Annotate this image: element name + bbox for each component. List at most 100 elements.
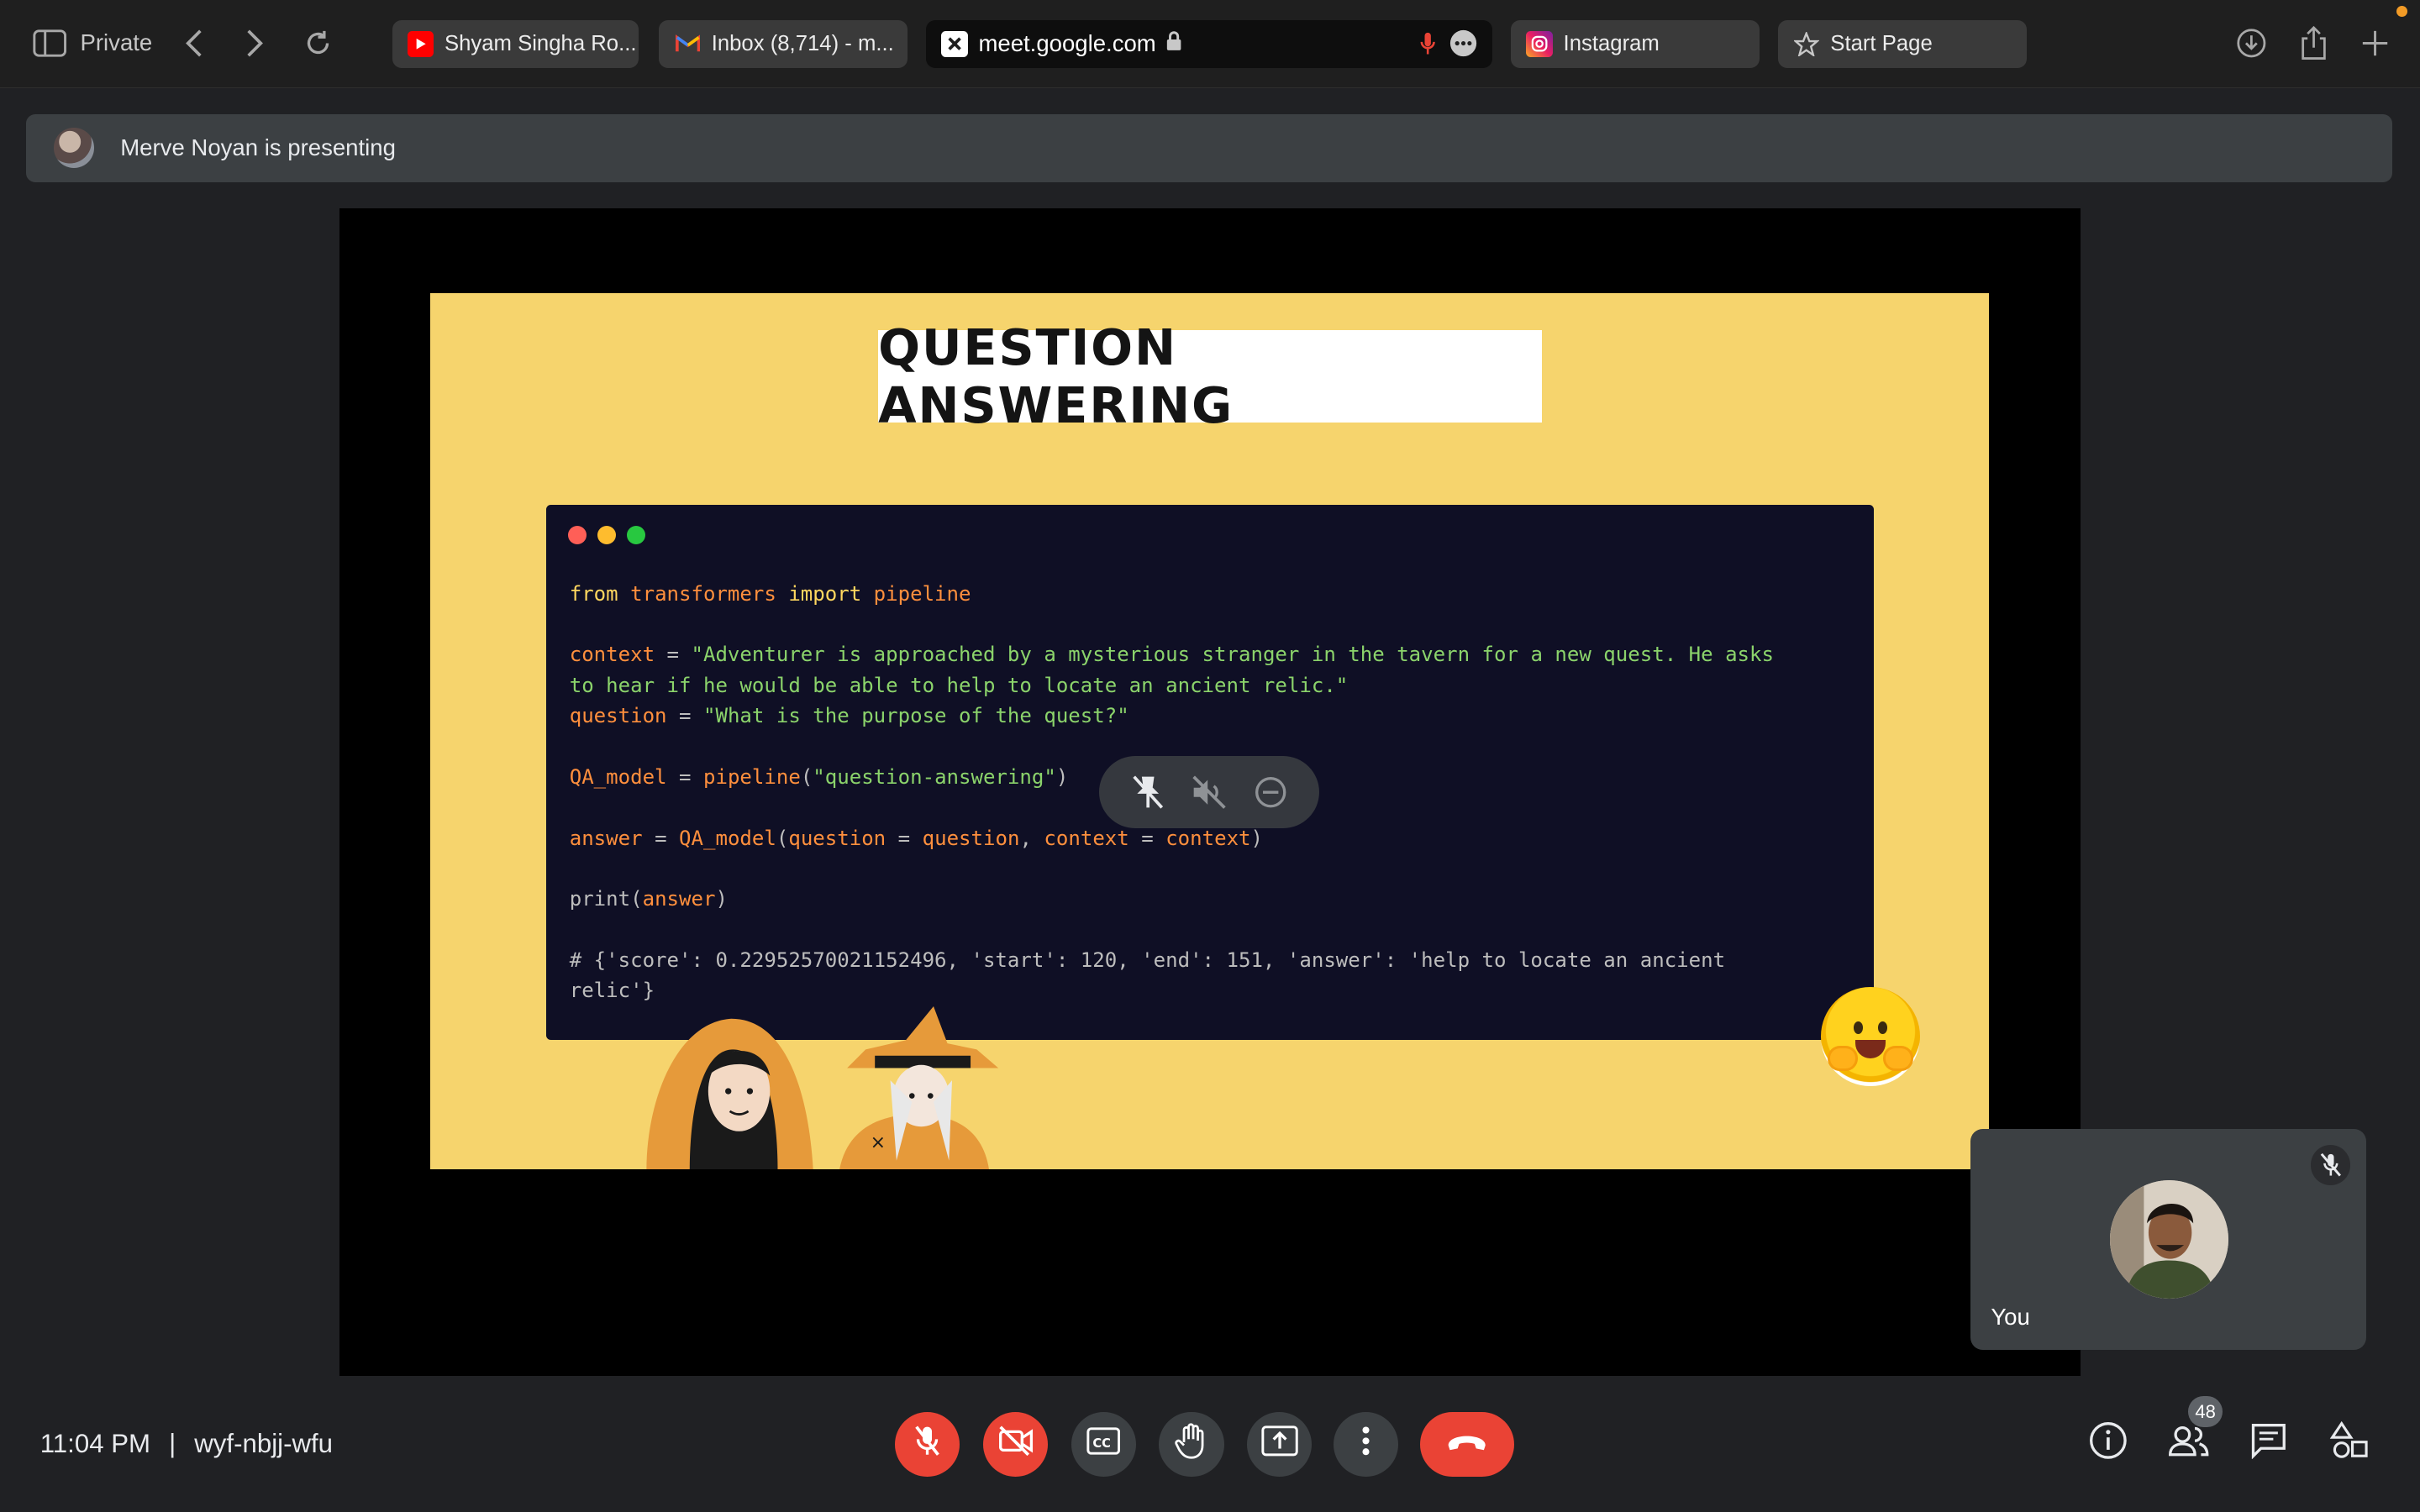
code-token: "What is the purpose of the quest?" [702, 704, 1129, 728]
hugging-face-emoji [1821, 987, 1920, 1087]
svg-text:CC: CC [1092, 1436, 1111, 1450]
presenting-text: Merve Noyan is presenting [120, 134, 396, 161]
participant-count-badge: 48 [2188, 1396, 2223, 1427]
phone-hangup-icon [1445, 1430, 1488, 1458]
leave-call-button[interactable] [1419, 1411, 1514, 1477]
forward-arrow-icon[interactable] [236, 22, 273, 65]
activities-shapes-icon [2329, 1420, 2370, 1467]
code-token: answer [569, 826, 643, 850]
downloads-icon[interactable] [2235, 24, 2269, 61]
self-avatar [2109, 1180, 2229, 1299]
code-token: ( [630, 887, 643, 911]
code-token: # {'score': 0.22952570021152496, 'start'… [569, 948, 1726, 973]
tab-gmail[interactable]: Inbox (8,714) - m... [659, 19, 908, 68]
clock-time: 11:04 PM [39, 1428, 151, 1458]
unpin-icon[interactable] [1126, 770, 1169, 813]
code-token: ( [800, 764, 813, 789]
code-token: import [788, 581, 874, 606]
tab-youtube[interactable]: Shyam Singha Ro... [392, 19, 639, 68]
more-vert-icon [1361, 1425, 1370, 1463]
reload-icon[interactable] [299, 22, 336, 65]
code-token: ) [1055, 764, 1069, 789]
captions-button[interactable]: CC [1071, 1411, 1136, 1477]
info-icon [2088, 1420, 2128, 1467]
lock-icon [1165, 30, 1182, 58]
character-illustrations: × [631, 1005, 1002, 1170]
sidebar-toggle-icon[interactable] [31, 22, 68, 65]
code-token: QA_model [569, 764, 667, 789]
code-line: from transformers import pipeline [570, 579, 1774, 609]
code-token: "Adventurer is approached by a mysteriou… [691, 643, 1775, 667]
code-token: pipeline [702, 764, 801, 789]
code-line: question = "What is the purpose of the q… [570, 701, 1774, 731]
green-dot [626, 526, 645, 545]
tab-label: Shyam Singha Ro... [444, 31, 637, 55]
code-token: ) [715, 887, 728, 911]
mute-audio-icon[interactable] [1187, 770, 1230, 813]
muted-mic-icon [2310, 1144, 2351, 1185]
share-icon[interactable] [2296, 24, 2330, 61]
meet-window: Private Shyam Singha Ro... Inbox (8,714)… [0, 0, 2420, 1512]
code-token: = [666, 704, 703, 728]
code-token: context [1044, 826, 1129, 850]
url-text: meet.google.com [978, 30, 1156, 57]
window-dots [567, 526, 645, 545]
tab-instagram[interactable]: Instagram [1511, 19, 1760, 68]
self-view-tile[interactable]: You [1970, 1129, 2366, 1351]
red-dot [567, 526, 587, 545]
slide-title: QUESTION ANSWERING [878, 318, 1234, 435]
back-arrow-icon[interactable] [176, 22, 213, 65]
new-tab-icon[interactable] [2358, 24, 2391, 61]
code-line: to hear if he would be able to help to l… [570, 670, 1774, 701]
meeting-info-button[interactable] [2086, 1422, 2129, 1465]
code-token: to hear if he would be able to help to l… [569, 673, 1349, 697]
notification-dot [2396, 6, 2408, 18]
hand-icon [1175, 1422, 1208, 1466]
code-token: ( [776, 826, 789, 850]
code-line: relic'} [570, 975, 1774, 1005]
code-line: # {'score': 0.22952570021152496, 'start'… [570, 945, 1774, 975]
people-button[interactable] [2167, 1422, 2210, 1465]
tab-label: Instagram [1563, 31, 1660, 55]
remove-tile-icon[interactable] [1249, 770, 1292, 813]
people-icon [2167, 1424, 2210, 1464]
chat-button[interactable] [2247, 1422, 2290, 1465]
mic-off-icon [913, 1424, 941, 1464]
camera-off-icon [997, 1425, 1034, 1463]
present-button[interactable] [1247, 1411, 1313, 1477]
more-options-button[interactable] [1333, 1411, 1399, 1477]
meet-icon [941, 30, 968, 57]
tab-start-page[interactable]: Start Page [1777, 19, 2027, 68]
present-screen-icon [1260, 1425, 1298, 1463]
camera-toggle-button[interactable] [982, 1411, 1049, 1477]
microphone-toggle-button[interactable] [895, 1411, 960, 1477]
presenting-banner: Merve Noyan is presenting [26, 113, 2392, 182]
tab-meet-address-bar[interactable]: meet.google.com [926, 19, 1493, 68]
code-token: "question-answering" [813, 764, 1056, 789]
code-token: context [569, 643, 655, 667]
code-token: question [922, 826, 1020, 850]
activities-button[interactable] [2328, 1420, 2370, 1467]
code-token: ) [1250, 826, 1264, 850]
browser-toolbar: Private Shyam Singha Ro... Inbox (8,714)… [0, 0, 2420, 88]
more-options-icon[interactable] [1449, 29, 1477, 63]
presentation-slide: QUESTION ANSWERING from transformers imp… [430, 292, 1990, 1170]
youtube-icon [407, 30, 434, 57]
code-token: from [569, 581, 631, 606]
svg-text:×: × [871, 1131, 886, 1152]
meeting-code: wyf-nbjj-wfu [194, 1428, 334, 1458]
code-token: = [642, 826, 680, 850]
private-mode-label: Private [80, 29, 153, 55]
chat-icon [2249, 1422, 2289, 1466]
raise-hand-button[interactable] [1159, 1411, 1224, 1477]
code-token: = [886, 826, 923, 850]
presenter-avatar [54, 128, 95, 169]
microphone-icon[interactable] [1420, 31, 1435, 61]
code-line: context = "Adventurer is approached by a… [570, 639, 1774, 669]
tab-label: Start Page [1830, 31, 1933, 55]
meeting-details: 11:04 PM | wyf-nbjj-wfu [40, 1429, 333, 1459]
yellow-dot [597, 526, 616, 545]
